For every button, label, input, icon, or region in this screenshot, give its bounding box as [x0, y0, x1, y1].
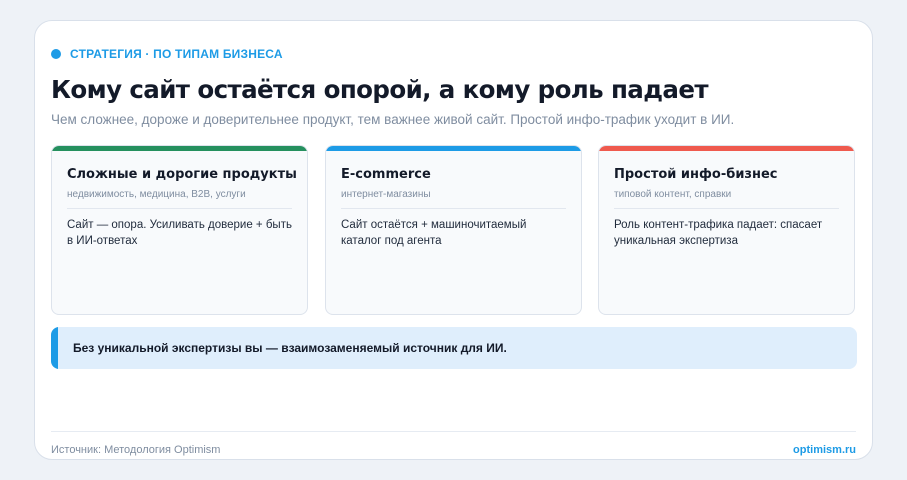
card-text: Сайт — опора. Усиливать доверие + быть в… — [67, 219, 292, 247]
page-title: Кому сайт остаётся опорой, а кому роль п… — [51, 75, 709, 104]
brand-link[interactable]: optimism.ru — [793, 444, 856, 456]
callout-text: Без уникальной экспертизы вы — взаимозам… — [73, 341, 507, 355]
slide-card: СТРАТЕГИЯ · ПО ТИПАМ БИЗНЕСА Кому сайт о… — [34, 20, 873, 460]
eyebrow-label: СТРАТЕГИЯ · ПО ТИПАМ БИЗНЕСА — [70, 47, 283, 61]
callout-accent-bar — [51, 327, 58, 369]
card-meta: недвижимость, медицина, B2B, услуги — [67, 189, 246, 200]
card-complex-products: Сложные и дорогие продукты недвижимость,… — [51, 145, 308, 315]
card-divider — [614, 208, 839, 209]
card-text: Сайт остаётся + машиночитаемый каталог п… — [341, 219, 527, 247]
card-accent-bar — [52, 146, 307, 151]
card-ecommerce: E-commerce интернет-магазины Сайт остаёт… — [325, 145, 582, 315]
card-title: Сложные и дорогие продукты — [67, 167, 297, 182]
card-text: Роль контент-трафика падает: спасает уни… — [614, 219, 823, 247]
card-accent-bar — [599, 146, 854, 151]
callout-banner: Без уникальной экспертизы вы — взаимозам… — [51, 327, 857, 369]
card-meta: типовой контент, справки — [614, 189, 732, 200]
card-title: E-commerce — [341, 167, 431, 182]
bullet-dot-icon — [51, 49, 61, 59]
eyebrow: СТРАТЕГИЯ · ПО ТИПАМ БИЗНЕСА — [51, 47, 283, 61]
card-simple-info-business: Простой инфо-бизнес типовой контент, спр… — [598, 145, 855, 315]
card-divider — [67, 208, 292, 209]
page-subtitle: Чем сложнее, дороже и доверительнее прод… — [51, 112, 735, 127]
card-meta: интернет-магазины — [341, 189, 431, 200]
card-title: Простой инфо-бизнес — [614, 167, 778, 182]
card-divider — [341, 208, 566, 209]
card-accent-bar — [326, 146, 581, 151]
source-note: Источник: Методология Optimism — [51, 444, 221, 456]
footer-divider — [51, 431, 856, 432]
